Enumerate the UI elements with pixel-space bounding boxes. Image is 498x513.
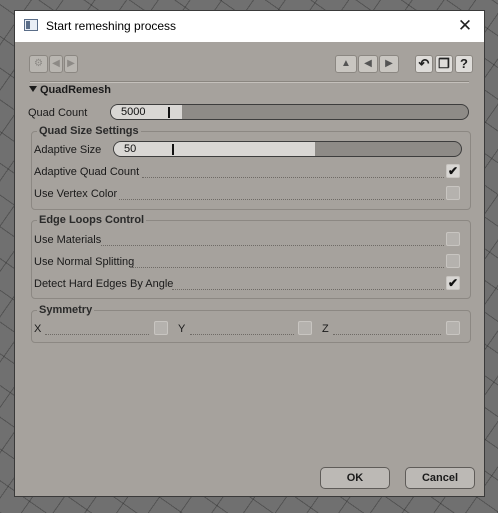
copy-icon[interactable]: ❐ xyxy=(435,55,453,73)
move-right-icon[interactable]: ▶ xyxy=(379,55,399,73)
symmetry-x-label: X xyxy=(34,323,42,335)
adaptive-quad-count-label: Adaptive Quad Count xyxy=(34,166,140,178)
leader-dots xyxy=(190,334,294,335)
detect-hard-edges-label: Detect Hard Edges By Angle xyxy=(34,278,174,290)
toolbar: ⚙ ◀ ▶ ▲ ◀ ▶ ↶ ❐ ? xyxy=(15,43,484,77)
window-title: Start remeshing process xyxy=(46,19,177,33)
help-icon[interactable]: ? xyxy=(455,55,473,73)
title-bar: Start remeshing process ✕ xyxy=(15,11,484,42)
use-normal-splitting-label: Use Normal Splitting xyxy=(34,256,135,268)
symmetry-y-checkbox[interactable] xyxy=(298,321,312,335)
ok-button[interactable]: OK xyxy=(320,467,390,489)
close-button[interactable]: ✕ xyxy=(446,11,484,42)
cancel-button[interactable]: Cancel xyxy=(405,467,475,489)
app-window-icon xyxy=(24,19,38,31)
symmetry-z-checkbox[interactable] xyxy=(446,321,460,335)
adaptive-size-fill xyxy=(114,142,316,156)
adaptive-quad-count-checkbox[interactable]: ✔ xyxy=(446,164,460,178)
toolbar-separator xyxy=(30,81,469,83)
symmetry-z-label: Z xyxy=(322,323,329,335)
adaptive-size-slider[interactable]: 50 xyxy=(113,141,462,157)
adaptive-size-cursor xyxy=(172,144,174,155)
use-materials-label: Use Materials xyxy=(34,234,102,246)
use-vertex-color-label: Use Vertex Color xyxy=(34,188,118,200)
symmetry-y-label: Y xyxy=(178,323,186,335)
remesh-dialog: Start remeshing process ✕ ⚙ ◀ ▶ ▲ ◀ ▶ ↶ … xyxy=(14,10,485,497)
use-normal-splitting-checkbox[interactable] xyxy=(446,254,460,268)
symmetry-x-checkbox[interactable] xyxy=(154,321,168,335)
use-materials-checkbox[interactable] xyxy=(446,232,460,246)
quad-count-slider[interactable]: 5000 xyxy=(110,104,469,120)
undo-icon[interactable]: ↶ xyxy=(415,55,433,73)
leader-dots xyxy=(119,199,444,200)
nav-forward-icon[interactable]: ▶ xyxy=(64,55,78,73)
adaptive-size-label: Adaptive Size xyxy=(34,144,102,156)
leader-dots xyxy=(132,267,444,268)
leader-dots xyxy=(45,334,149,335)
symmetry-title: Symmetry xyxy=(37,304,95,316)
use-vertex-color-checkbox[interactable] xyxy=(446,186,460,200)
wrench-icon[interactable]: ⚙ xyxy=(29,55,48,73)
leader-dots xyxy=(142,177,444,178)
quad-count-label: Quad Count xyxy=(28,107,88,119)
collapse-triangle-icon[interactable] xyxy=(29,86,37,92)
quad-count-value[interactable]: 5000 xyxy=(121,106,145,118)
section-title: QuadRemesh xyxy=(40,84,111,96)
quad-size-settings-title: Quad Size Settings xyxy=(37,125,141,137)
symmetry-group xyxy=(31,310,471,343)
leader-dots xyxy=(101,245,444,246)
detect-hard-edges-checkbox[interactable]: ✔ xyxy=(446,276,460,290)
edge-loops-control-title: Edge Loops Control xyxy=(37,214,147,226)
move-left-icon[interactable]: ◀ xyxy=(358,55,378,73)
nav-back-icon[interactable]: ◀ xyxy=(49,55,63,73)
leader-dots xyxy=(172,289,444,290)
move-up-icon[interactable]: ▲ xyxy=(335,55,357,73)
leader-dots xyxy=(333,334,441,335)
quad-count-cursor xyxy=(168,107,170,118)
adaptive-size-value[interactable]: 50 xyxy=(124,143,136,155)
quadremesh-section-header[interactable]: QuadRemesh xyxy=(29,84,111,96)
